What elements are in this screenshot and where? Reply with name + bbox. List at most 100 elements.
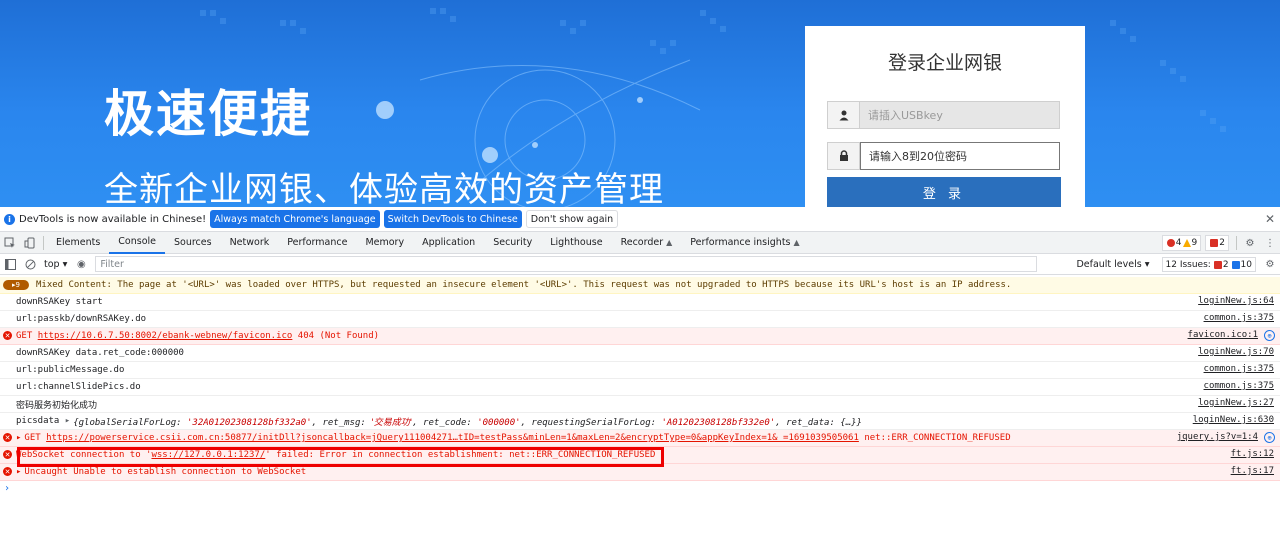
message-counter[interactable]: 2 [1205, 235, 1229, 251]
log-text: 密码服务初始化成功 [16, 400, 98, 411]
usbkey-field[interactable]: 请插入USBkey [827, 101, 1060, 129]
experiment-flask-icon: ▲ [666, 238, 673, 247]
infobar-text: DevTools is now available in Chinese! [19, 213, 207, 225]
source-link[interactable]: loginNew.js:630 [1193, 415, 1274, 425]
inspect-element-icon[interactable] [0, 232, 20, 254]
clear-console-icon[interactable] [20, 253, 40, 275]
source-link[interactable]: favicon.ico:1 [1188, 330, 1258, 340]
console-prompt[interactable]: › [0, 481, 1280, 495]
error-status: 404 (Not Found) [297, 331, 380, 341]
log-text: url:publicMessage.do [16, 365, 125, 375]
error-icon: ✕ [3, 467, 12, 476]
error-count: 4 [1175, 238, 1182, 248]
error-icon [1166, 239, 1175, 247]
source-link[interactable]: loginNew.js:70 [1198, 347, 1274, 357]
toolbar-divider [1236, 236, 1237, 250]
login-panel: 登录企业网银 请插入USBkey 请输入8到20位密码 登 录 [805, 26, 1085, 207]
console-error-row: ✕ ▸ Uncaught Unable to establish connecti… [0, 464, 1280, 481]
more-options-icon[interactable]: ⋮ [1260, 232, 1280, 254]
show-sidebar-icon[interactable] [0, 253, 20, 275]
source-link[interactable]: loginNew.js:64 [1198, 296, 1274, 306]
source-link[interactable]: common.js:375 [1204, 313, 1274, 323]
close-icon[interactable]: ✕ [1265, 212, 1275, 226]
object-key: {globalSerialForLog: [73, 417, 187, 428]
object-preview: {globalSerialForLog: '32A01202308128bf33… [73, 415, 862, 428]
tab-lighthouse[interactable]: Lighthouse [541, 232, 611, 254]
log-text: url:passkb/downRSAKey.do [16, 314, 147, 324]
tab-security[interactable]: Security [484, 232, 541, 254]
object-key: , ret_msg: [311, 417, 372, 428]
password-field[interactable]: 请输入8到20位密码 [827, 142, 1060, 170]
tab-elements[interactable]: Elements [47, 232, 109, 254]
error-text: WebSocket connection to ' [16, 450, 152, 460]
filter-input[interactable]: Filter [95, 256, 1038, 272]
expand-caret-icon[interactable]: ▸ [16, 433, 21, 443]
source-link[interactable]: common.js:375 [1204, 364, 1274, 374]
console-error-row: ✕ WebSocket connection to ' wss://127.0.0… [0, 447, 1280, 464]
error-icon: ✕ [3, 331, 12, 340]
lock-icon [828, 143, 860, 169]
websocket-url-link[interactable]: wss://127.0.0.1:1237/ [151, 450, 265, 460]
usbkey-placeholder: 请插入USBkey [860, 102, 1059, 128]
language-infobar: i DevTools is now available in Chinese! … [0, 207, 1280, 232]
source-link[interactable]: loginNew.js:27 [1198, 398, 1274, 408]
issue-error-icon [1213, 260, 1222, 269]
tab-performance[interactable]: Performance [278, 232, 356, 254]
console-messages: ▸9 Mixed Content: The page at '<URL>' wa… [0, 277, 1280, 495]
log-levels-dropdown[interactable]: Default levels ▾ [1076, 259, 1149, 270]
console-log-row: downRSAKey start loginNew.js:64 [0, 294, 1280, 311]
source-link[interactable]: jquery.js?v=1:4 [1177, 432, 1258, 442]
login-button[interactable]: 登 录 [827, 177, 1061, 207]
error-icon: ✕ [3, 450, 12, 459]
tab-performance-insights[interactable]: Performance insights ▲ [681, 232, 808, 254]
console-filterbar: top ▾ ◉ Filter Default levels ▾ 12 Issue… [0, 254, 1280, 275]
password-placeholder: 请输入8到20位密码 [860, 142, 1060, 170]
error-url-link[interactable]: https://powerservice.csii.com.cn:50877/i… [46, 433, 859, 443]
always-match-language-button[interactable]: Always match Chrome's language [210, 210, 380, 228]
source-link[interactable]: common.js:375 [1204, 381, 1274, 391]
tabbar-right: 4 9 2 ⚙ ⋮ [1161, 232, 1280, 254]
live-expression-eye-icon[interactable]: ◉ [71, 259, 91, 270]
log-label: picsdata [16, 416, 60, 426]
issues-counter[interactable]: 12 Issues: 2 10 [1161, 257, 1256, 272]
source-link[interactable]: ft.js:12 [1231, 449, 1274, 459]
warning-group-badge[interactable]: ▸9 [3, 280, 29, 290]
info-icon: i [4, 213, 15, 225]
object-key: , ret_data: {…}} [775, 417, 862, 428]
source-link[interactable]: ft.js:17 [1231, 466, 1274, 476]
object-key: , ret_code: [412, 417, 478, 428]
tab-sources[interactable]: Sources [165, 232, 221, 254]
dont-show-again-button[interactable]: Don't show again [525, 210, 619, 228]
context-selector[interactable]: top ▾ [44, 259, 67, 270]
console-log-row: downRSAKey data.ret_code:000000 loginNew… [0, 345, 1280, 362]
object-value: '32A01202308128bf332a0' [187, 417, 312, 428]
network-request-icon[interactable]: ⊕ [1264, 432, 1275, 443]
expand-caret-icon[interactable]: ▸ [65, 416, 70, 426]
slogan-main: 极速便捷 [104, 85, 312, 143]
device-toolbar-icon[interactable] [20, 232, 40, 254]
issues-label: 12 Issues: [1165, 259, 1211, 270]
console-log-row: url:passkb/downRSAKey.do common.js:375 [0, 311, 1280, 328]
console-object-row[interactable]: picsdata ▸ {globalSerialForLog: '32A01202… [0, 413, 1280, 430]
tab-recorder-label: Recorder [620, 237, 664, 248]
settings-gear-icon[interactable]: ⚙ [1240, 232, 1260, 254]
error-url-link[interactable]: https://10.6.7.50:8002/ebank-webnew/favi… [38, 331, 293, 341]
console-log-row: url:publicMessage.do common.js:375 [0, 362, 1280, 379]
console-error-row: ✕ ▸ GET https://powerservice.csii.com.cn:… [0, 430, 1280, 447]
tab-application[interactable]: Application [413, 232, 484, 254]
tab-memory[interactable]: Memory [356, 232, 413, 254]
expand-caret-icon[interactable]: ▸ [16, 467, 21, 477]
object-value: '000000' [477, 417, 521, 428]
tab-network[interactable]: Network [221, 232, 279, 254]
console-warning-row[interactable]: ▸9 Mixed Content: The page at '<URL>' wa… [0, 277, 1280, 294]
console-settings-gear-icon[interactable]: ⚙ [1260, 254, 1280, 276]
message-icon [1210, 239, 1219, 247]
object-key: , requestingSerialForLog: [520, 417, 662, 428]
error-warning-counter[interactable]: 4 9 [1161, 235, 1202, 251]
switch-to-chinese-button[interactable]: Switch DevTools to Chinese [383, 210, 522, 228]
network-request-icon[interactable]: ⊕ [1264, 330, 1275, 341]
devtools-tabbar: Elements Console Sources Network Perform… [0, 232, 1280, 254]
tab-recorder[interactable]: Recorder ▲ [612, 232, 682, 254]
tab-console[interactable]: Console [109, 232, 165, 254]
issues-red-count: 2 [1222, 259, 1229, 270]
